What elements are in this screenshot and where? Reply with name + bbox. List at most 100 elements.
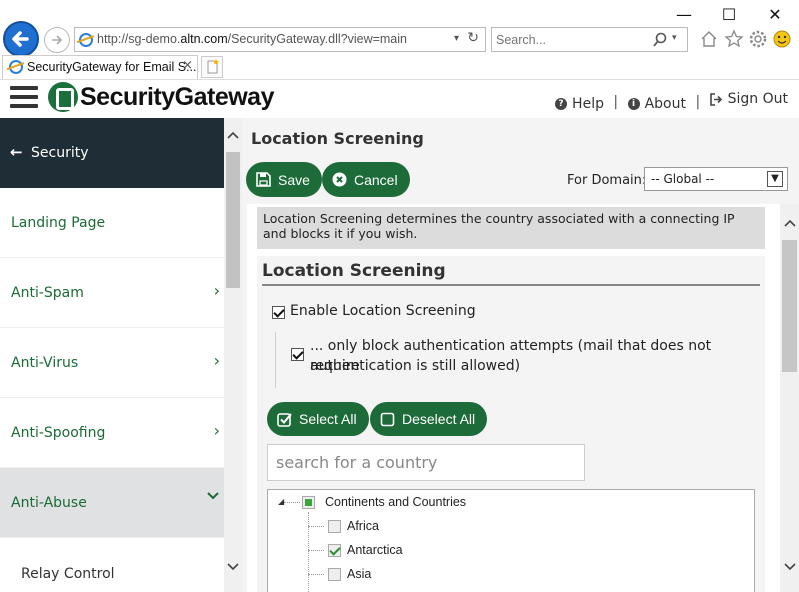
save-floppy-icon [256, 172, 271, 187]
save-button-label: Save [278, 171, 310, 188]
sidebar: ← Security Landing Page Anti-Spam › Anti… [0, 118, 242, 592]
cancel-button-label: Cancel [354, 171, 398, 188]
sign-out-link[interactable]: Sign Out [709, 91, 788, 107]
tree-node-antarctica[interactable]: Antarctica [328, 540, 403, 560]
forward-arrow-icon [52, 35, 63, 45]
back-button[interactable] [3, 21, 39, 57]
app-logo-text: SecurityGateway [80, 83, 275, 111]
sidebar-item-label: Landing Page [11, 215, 106, 231]
maximize-button[interactable]: ☐ [717, 4, 741, 26]
address-url[interactable]: http://sg-demo.altn.com/SecurityGateway.… [97, 32, 407, 46]
cancel-x-circle-icon [332, 172, 347, 187]
tree-node-label: Antarctica [347, 543, 403, 557]
sidebar-item-anti-abuse[interactable]: Anti-Abuse [0, 468, 224, 538]
tree-node-label: Asia [347, 567, 372, 581]
ie-page-icon [79, 33, 93, 47]
sidebar-item-label: Anti-Spam [11, 285, 84, 301]
home-icon[interactable] [699, 29, 719, 49]
tree-node-asia[interactable]: Asia [328, 564, 371, 584]
chevron-right-icon: › [213, 351, 220, 370]
chevron-down-icon[interactable]: ▼ [767, 171, 783, 187]
tab-title: SecurityGateway for Email S... [27, 60, 197, 74]
securitygateway-logo-icon [48, 82, 78, 112]
sidebar-item-anti-spam[interactable]: Anti-Spam › [0, 258, 224, 328]
sidebar-subitem-label: Relay Control [21, 566, 115, 582]
address-bar[interactable]: http://sg-demo.altn.com/SecurityGateway.… [74, 27, 486, 52]
auth-only-checkbox[interactable] [291, 348, 304, 361]
sidebar-item-anti-spoofing[interactable]: Anti-Spoofing › [0, 398, 224, 468]
help-link[interactable]: ? Help [555, 96, 604, 112]
select-all-label: Select All [299, 411, 357, 427]
scroll-up-icon[interactable] [782, 216, 797, 230]
new-tab-icon [207, 59, 219, 74]
header-separator: | [613, 93, 619, 110]
browser-tab-securitygateway[interactable]: SecurityGateway for Email S... × [2, 55, 198, 79]
smiley-feedback-icon[interactable] [772, 29, 792, 49]
content-scrollbar[interactable] [780, 204, 799, 592]
about-link[interactable]: i About [627, 96, 686, 112]
info-icon: i [627, 97, 640, 110]
browser-search-input[interactable] [496, 31, 646, 49]
panel-title: Location Screening [262, 261, 446, 281]
checkbox-checked-icon [277, 412, 292, 427]
search-icon[interactable] [652, 32, 668, 48]
back-arrow-icon [12, 31, 29, 47]
auth-only-label-line2[interactable]: authentication is still allowed) [310, 356, 520, 376]
cancel-button[interactable]: Cancel [322, 162, 410, 197]
sidebar-scroll-thumb[interactable] [226, 152, 240, 288]
domain-select[interactable]: -- Global -- ▼ [644, 167, 788, 191]
sidebar-back-security[interactable]: ← Security [0, 118, 224, 188]
chevron-right-icon: › [213, 281, 220, 300]
favorites-star-icon[interactable] [724, 29, 744, 49]
tree-node-africa[interactable]: Africa [328, 516, 379, 536]
panel-divider [262, 284, 760, 286]
tab-close-icon[interactable]: × [182, 58, 193, 73]
deselect-all-button[interactable]: Deselect All [370, 402, 488, 436]
save-button[interactable]: Save [246, 162, 322, 197]
main-content: Location Screening Save Cancel For Domai… [242, 118, 799, 592]
sidebar-scrollbar[interactable] [224, 118, 242, 592]
sidebar-subitem-relay-control[interactable]: Relay Control [0, 538, 224, 592]
hamburger-menu-icon[interactable] [10, 86, 38, 110]
enable-location-screening-label[interactable]: Enable Location Screening [290, 301, 476, 321]
app-header: SecurityGateway ? Help | i About | Sign Ou… [0, 80, 799, 118]
browser-search-box[interactable]: ▾ [491, 27, 688, 52]
address-dropdown-icon[interactable]: ▾ [454, 33, 459, 44]
tree-checkbox[interactable] [328, 567, 341, 581]
location-screening-panel: Location Screening Enable Location Scree… [257, 256, 765, 592]
indent-divider [275, 332, 276, 388]
scroll-down-icon[interactable] [226, 560, 240, 574]
country-search-input[interactable] [267, 444, 585, 481]
chevron-down-icon [206, 488, 220, 507]
tab-ie-icon [9, 60, 23, 74]
scroll-down-icon[interactable] [782, 560, 797, 574]
tree-node-root[interactable]: Continents and Countries [302, 492, 466, 512]
minimize-button[interactable]: — [672, 4, 696, 26]
sidebar-item-label: Anti-Virus [11, 355, 79, 371]
refresh-icon[interactable]: ↻ [467, 30, 479, 46]
tree-checkbox-checked[interactable] [328, 543, 341, 557]
sidebar-item-landing-page[interactable]: Landing Page [0, 188, 224, 258]
sidebar-item-label: Anti-Spoofing [11, 425, 106, 441]
settings-content: Location Screening determines the countr… [247, 204, 780, 592]
page-title: Location Screening [251, 129, 424, 148]
close-window-button[interactable]: ✕ [763, 4, 787, 26]
page-description: Location Screening determines the countr… [257, 207, 765, 249]
tree-connector [308, 574, 324, 575]
back-arrow-icon: ← [10, 143, 23, 161]
search-dropdown-icon[interactable]: ▾ [672, 33, 677, 43]
sidebar-item-anti-virus[interactable]: Anti-Virus › [0, 328, 224, 398]
select-all-button[interactable]: Select All [267, 402, 369, 436]
sidebar-back-label: Security [31, 145, 89, 161]
tree-connector [284, 502, 300, 503]
scroll-up-icon[interactable] [226, 128, 240, 142]
tree-checkbox-partial[interactable] [302, 495, 315, 509]
enable-location-screening-checkbox[interactable] [272, 306, 285, 319]
tree-connector [308, 526, 324, 527]
tree-checkbox[interactable] [328, 519, 341, 533]
content-scroll-thumb[interactable] [782, 240, 797, 372]
new-tab-button[interactable] [201, 56, 223, 78]
browser-chrome: — ☐ ✕ http://sg-demo.altn.com/SecurityGa… [0, 0, 799, 80]
forward-button[interactable] [44, 27, 70, 53]
gear-icon[interactable] [748, 29, 768, 49]
